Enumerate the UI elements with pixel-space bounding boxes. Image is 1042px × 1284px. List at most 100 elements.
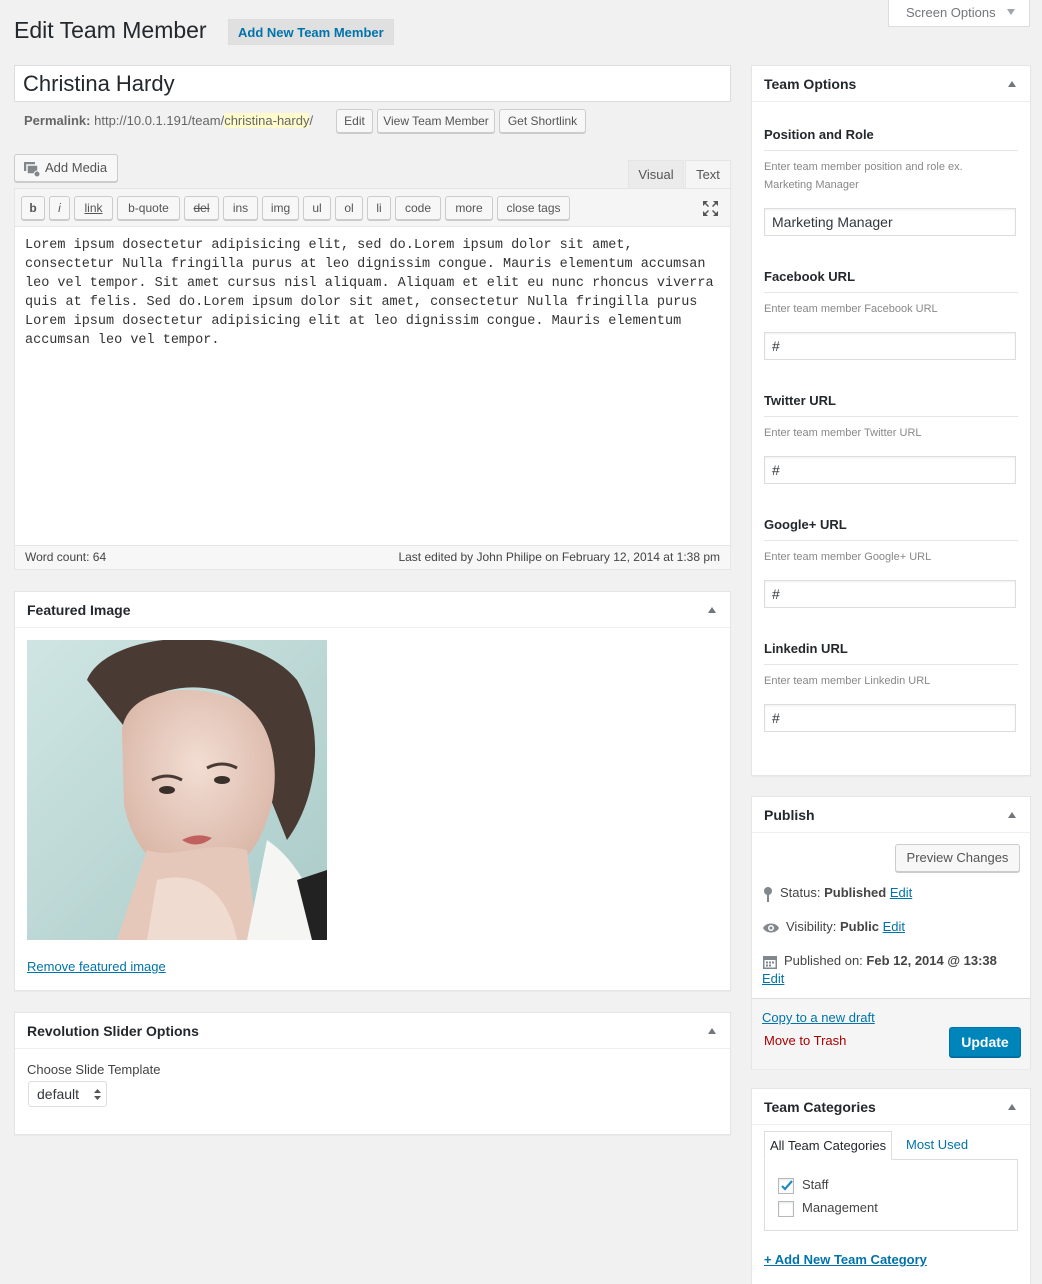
toggle-arrow-icon[interactable]	[708, 1028, 716, 1034]
move-to-trash-link[interactable]: Move to Trash	[764, 1033, 846, 1048]
select-arrows-icon	[94, 1089, 101, 1100]
tab-all-team-categories[interactable]: All Team Categories	[764, 1131, 893, 1160]
facebook-url-label: Facebook URL	[764, 269, 856, 284]
status-edit-link[interactable]: Edit	[890, 885, 912, 900]
slide-template-value: default	[37, 1086, 80, 1102]
facebook-url-desc: Enter team member Facebook URL	[764, 303, 938, 315]
linkedin-url-desc: Enter team member Linkedin URL	[764, 675, 931, 687]
featured-image-header[interactable]: Featured Image	[15, 592, 730, 628]
screen-options-label: Screen Options	[906, 5, 996, 20]
position-role-input[interactable]: Marketing Manager	[764, 208, 1016, 236]
screen-options-button[interactable]: Screen Options	[888, 0, 1030, 27]
tab-visual[interactable]: Visual	[628, 160, 684, 189]
divider	[764, 540, 1018, 541]
quicktags-toolbar: b i link b-quote del ins img ul ol li co…	[15, 189, 730, 227]
caret-down-icon	[1007, 9, 1015, 15]
get-shortlink-button[interactable]: Get Shortlink	[499, 109, 586, 133]
team-options-title: Team Options	[764, 76, 857, 92]
fullscreen-icon[interactable]	[702, 200, 719, 217]
copy-to-draft-link[interactable]: Copy to a new draft	[762, 1010, 875, 1025]
featured-image-thumbnail[interactable]	[27, 640, 327, 940]
published-on-label: Published on:	[784, 953, 863, 968]
add-new-team-member-button[interactable]: Add New Team Member	[228, 19, 394, 45]
category-item-management[interactable]: Management	[778, 1199, 878, 1217]
team-options-box: Team Options Position and Role Enter tea…	[751, 65, 1031, 776]
eye-icon	[763, 923, 779, 933]
qt-italic-button[interactable]: i	[49, 196, 70, 220]
qt-img-button[interactable]: img	[262, 196, 299, 220]
permalink-trail: /	[309, 113, 314, 128]
add-media-button[interactable]: Add Media	[14, 154, 118, 182]
revslider-box: Revolution Slider Options Choose Slide T…	[14, 1012, 731, 1135]
visibility-row: Visibility: Public Edit	[762, 918, 905, 936]
permalink-slug[interactable]: christina-hardy	[224, 113, 310, 128]
toggle-arrow-icon[interactable]	[1008, 812, 1016, 818]
checkmark-icon	[781, 1179, 793, 1191]
published-on-edit-link[interactable]: Edit	[762, 971, 784, 986]
visibility-edit-link[interactable]: Edit	[883, 919, 905, 934]
post-title-input[interactable]: Christina Hardy	[14, 65, 731, 102]
team-categories-box: Team Categories All Team Categories Most…	[751, 1088, 1031, 1284]
linkedin-url-input[interactable]: #	[764, 704, 1016, 732]
linkedin-url-label: Linkedin URL	[764, 641, 848, 656]
revslider-title: Revolution Slider Options	[27, 1023, 199, 1039]
pin-icon	[764, 886, 772, 902]
qt-more-button[interactable]: more	[445, 196, 493, 220]
remove-featured-image-link[interactable]: Remove featured image	[27, 959, 166, 974]
staff-checkbox[interactable]	[778, 1177, 794, 1194]
revslider-header[interactable]: Revolution Slider Options	[15, 1013, 730, 1049]
qt-close-tags-button[interactable]: close tags	[497, 196, 570, 220]
qt-bquote-button[interactable]: b-quote	[117, 196, 180, 220]
divider	[764, 150, 1018, 151]
management-checkbox[interactable]	[778, 1200, 794, 1217]
visibility-value: Public	[839, 919, 879, 934]
view-team-member-button[interactable]: View Team Member	[377, 109, 495, 133]
qt-ol-button[interactable]: ol	[335, 196, 363, 220]
position-role-label: Position and Role	[764, 127, 874, 142]
management-label: Management	[802, 1200, 878, 1215]
googleplus-url-desc: Enter team member Google+ URL	[764, 551, 932, 563]
status-value: Published	[824, 885, 887, 900]
slide-template-label: Choose Slide Template	[27, 1062, 161, 1077]
visibility-label: Visibility:	[786, 919, 837, 934]
add-new-team-category-link[interactable]: + Add New Team Category	[764, 1252, 927, 1267]
qt-bold-button[interactable]: b	[21, 196, 45, 220]
page-title: Edit Team Member	[14, 17, 207, 43]
media-icon	[24, 162, 41, 177]
category-checklist: Staff Management	[764, 1159, 1018, 1231]
add-media-label: Add Media	[45, 160, 108, 175]
qt-link-button[interactable]: link	[74, 196, 113, 220]
content-editor: b i link b-quote del ins img ul ol li co…	[14, 188, 731, 570]
qt-code-button[interactable]: code	[395, 196, 441, 220]
team-options-header[interactable]: Team Options	[752, 66, 1030, 102]
preview-changes-button[interactable]: Preview Changes	[895, 844, 1020, 872]
qt-del-button[interactable]: del	[184, 196, 219, 220]
twitter-url-input[interactable]: #	[764, 456, 1016, 484]
toggle-arrow-icon[interactable]	[1008, 81, 1016, 87]
portrait-image	[27, 640, 327, 940]
publish-box: Publish Preview Changes Status: Publishe…	[751, 796, 1031, 1069]
slide-template-select[interactable]: default	[28, 1081, 107, 1107]
permalink-edit-button[interactable]: Edit	[336, 109, 373, 133]
qt-li-button[interactable]: li	[367, 196, 391, 220]
editor-textarea[interactable]: Lorem ipsum dosectetur adipisicing elit,…	[25, 236, 725, 350]
googleplus-url-input[interactable]: #	[764, 580, 1016, 608]
status-row: Status: Published Edit	[762, 884, 912, 902]
tab-text[interactable]: Text	[685, 160, 731, 189]
divider	[764, 292, 1018, 293]
team-categories-title: Team Categories	[764, 1099, 876, 1115]
featured-image-title: Featured Image	[27, 602, 131, 618]
category-item-staff[interactable]: Staff	[778, 1176, 829, 1194]
update-button[interactable]: Update	[949, 1027, 1021, 1057]
tab-most-used[interactable]: Most Used	[901, 1131, 973, 1160]
toggle-arrow-icon[interactable]	[1008, 1104, 1016, 1110]
publish-header[interactable]: Publish	[752, 797, 1030, 833]
staff-label: Staff	[802, 1177, 829, 1192]
qt-ins-button[interactable]: ins	[223, 196, 258, 220]
qt-ul-button[interactable]: ul	[303, 196, 331, 220]
permalink: Permalink: http://10.0.1.191/team/christ…	[24, 112, 313, 130]
facebook-url-input[interactable]: #	[764, 332, 1016, 360]
toggle-arrow-icon[interactable]	[708, 607, 716, 613]
position-role-desc: Enter team member position and role ex. …	[764, 161, 963, 191]
team-categories-header[interactable]: Team Categories	[752, 1089, 1030, 1125]
